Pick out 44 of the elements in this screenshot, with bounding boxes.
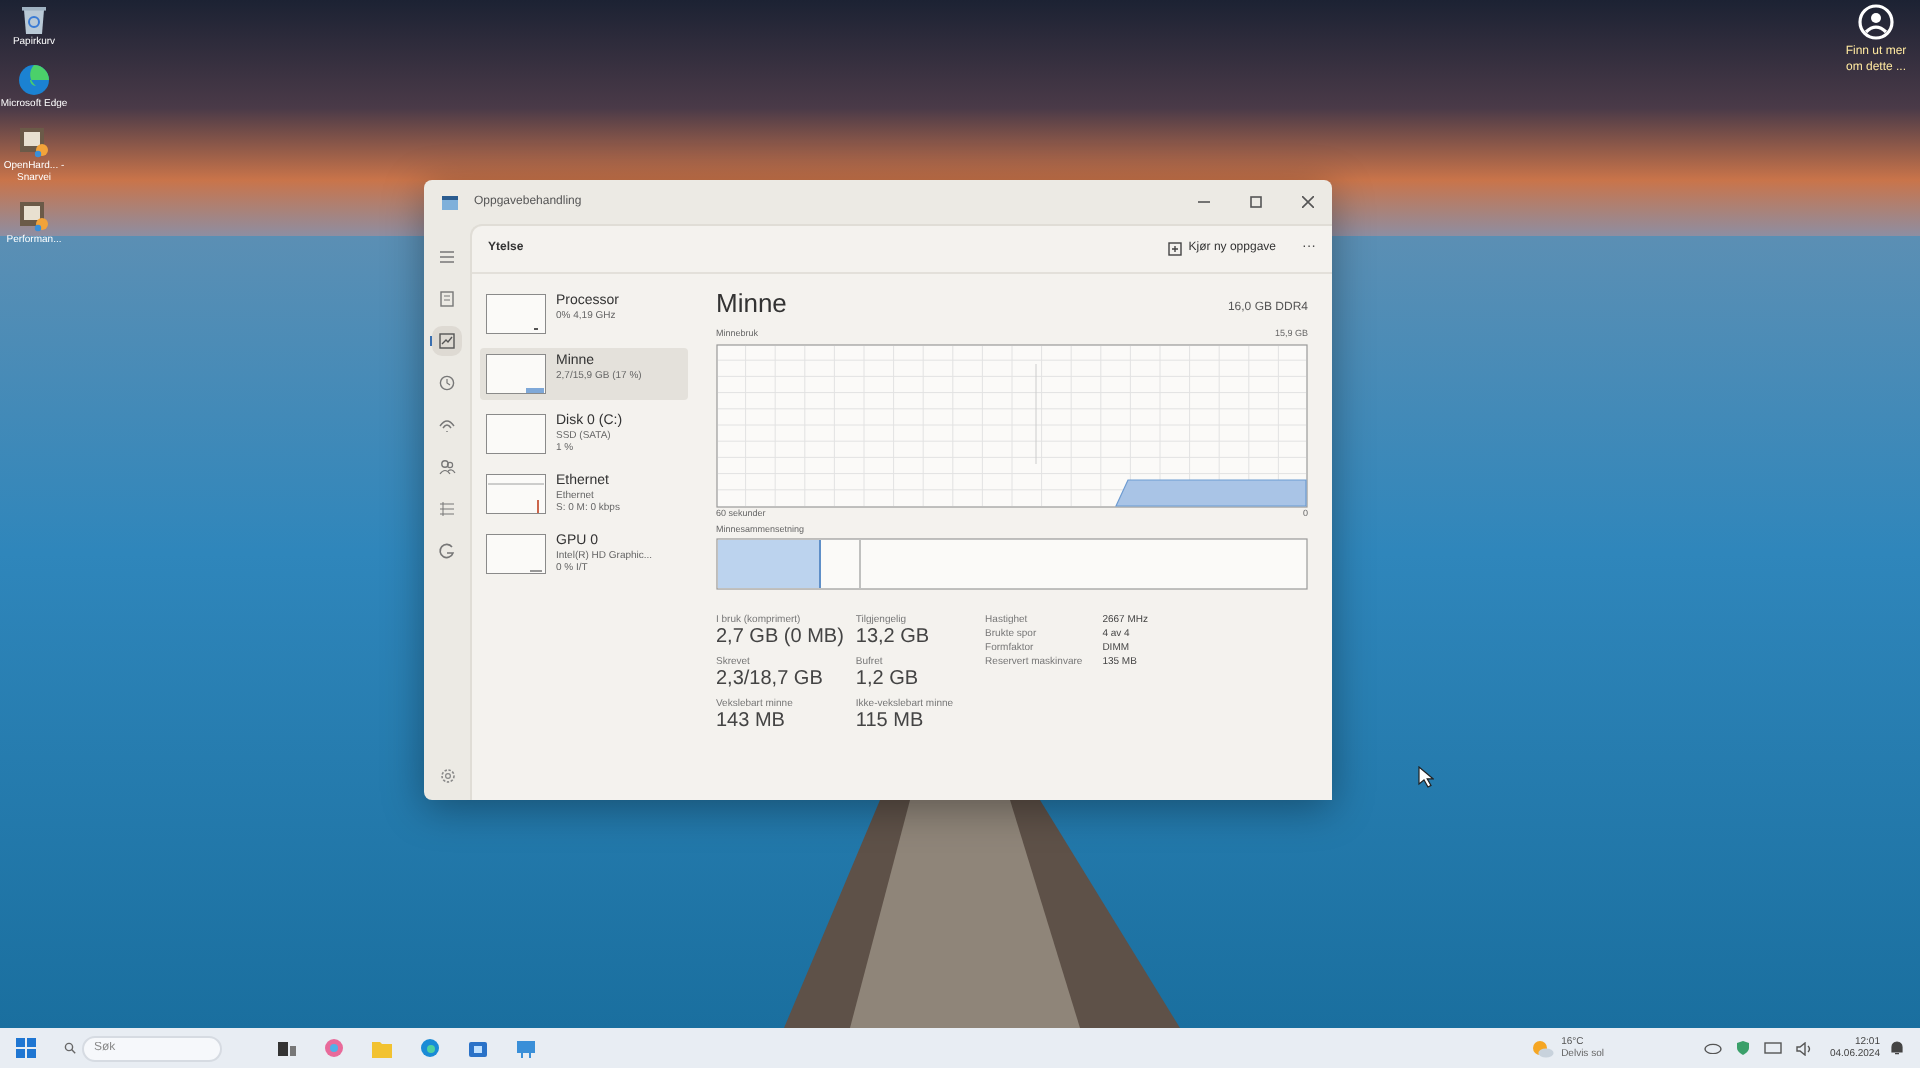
face-circle-icon[interactable] xyxy=(1858,4,1894,40)
monitor-icon[interactable] xyxy=(1763,1041,1782,1055)
chart-icon[interactable] xyxy=(438,332,456,350)
app-icon xyxy=(442,195,458,209)
users-icon[interactable] xyxy=(438,458,456,476)
thumbnail-graph xyxy=(486,414,546,454)
stat-value: 115 MB xyxy=(855,710,926,735)
thumbnail-graph xyxy=(486,534,546,574)
app-shortcut-icon[interactable] xyxy=(18,200,50,232)
stat-value: 1,2 GB xyxy=(855,668,921,693)
store-icon[interactable] xyxy=(468,1038,488,1058)
bell-icon[interactable] xyxy=(1890,1040,1904,1056)
search-icon xyxy=(64,1042,76,1054)
settings-icon[interactable] xyxy=(439,768,455,784)
windows-logo-icon[interactable] xyxy=(16,1038,36,1058)
thumbnail-graph xyxy=(486,294,546,334)
cloud-icon[interactable] xyxy=(1703,1042,1722,1054)
services-icon[interactable] xyxy=(438,542,456,560)
details-icon[interactable] xyxy=(438,500,456,518)
new-task-icon xyxy=(1168,242,1183,256)
maximize-icon[interactable] xyxy=(1250,196,1262,208)
stat-value: 13,2 GB xyxy=(855,626,932,651)
shield-icon[interactable] xyxy=(1735,1040,1750,1056)
monitor-app-icon[interactable] xyxy=(516,1039,536,1057)
speaker-icon[interactable] xyxy=(1795,1041,1814,1055)
thumbnail-graph xyxy=(486,474,546,514)
task-view-icon[interactable] xyxy=(278,1039,296,1057)
thumbnail-graph xyxy=(486,354,546,394)
clock-icon[interactable] xyxy=(438,374,456,392)
signal-icon[interactable] xyxy=(438,416,456,434)
app-shortcut-icon[interactable] xyxy=(18,126,50,158)
stat-value: 2,7 GB (0 MB) xyxy=(716,626,844,651)
swirl-app-icon[interactable] xyxy=(324,1038,344,1058)
browser-icon[interactable] xyxy=(420,1038,440,1058)
stat-value: 143 MB xyxy=(716,710,787,735)
close-icon[interactable] xyxy=(1302,196,1314,208)
stat-value: 2,3/18,7 GB xyxy=(716,668,825,693)
menu-icon[interactable] xyxy=(438,248,456,266)
cursor-icon xyxy=(1418,766,1434,788)
memory-title: Minne xyxy=(716,290,787,318)
list-icon[interactable] xyxy=(438,290,456,308)
recycle-bin-icon[interactable] xyxy=(20,4,48,34)
minimize-icon[interactable] xyxy=(1198,196,1210,208)
browser-icon[interactable] xyxy=(18,64,50,96)
